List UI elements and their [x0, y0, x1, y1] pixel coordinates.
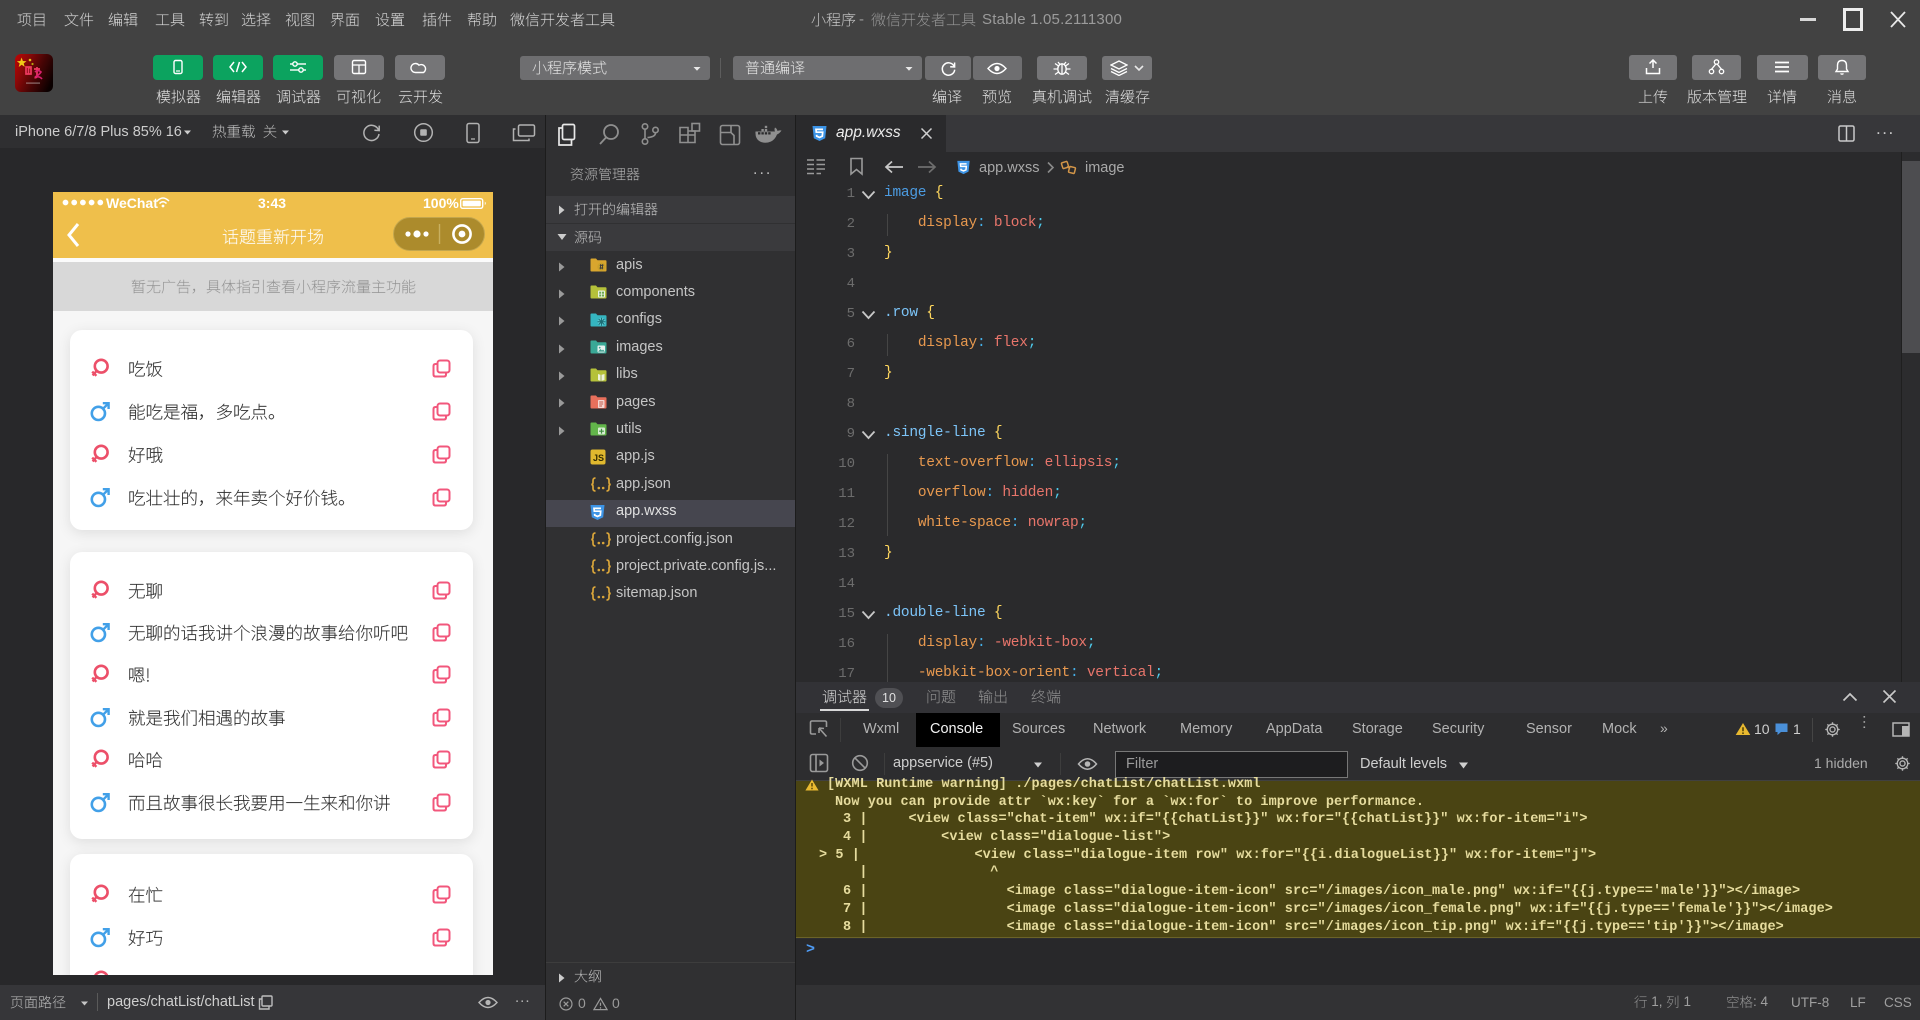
- svg-text:JS: JS: [593, 453, 604, 463]
